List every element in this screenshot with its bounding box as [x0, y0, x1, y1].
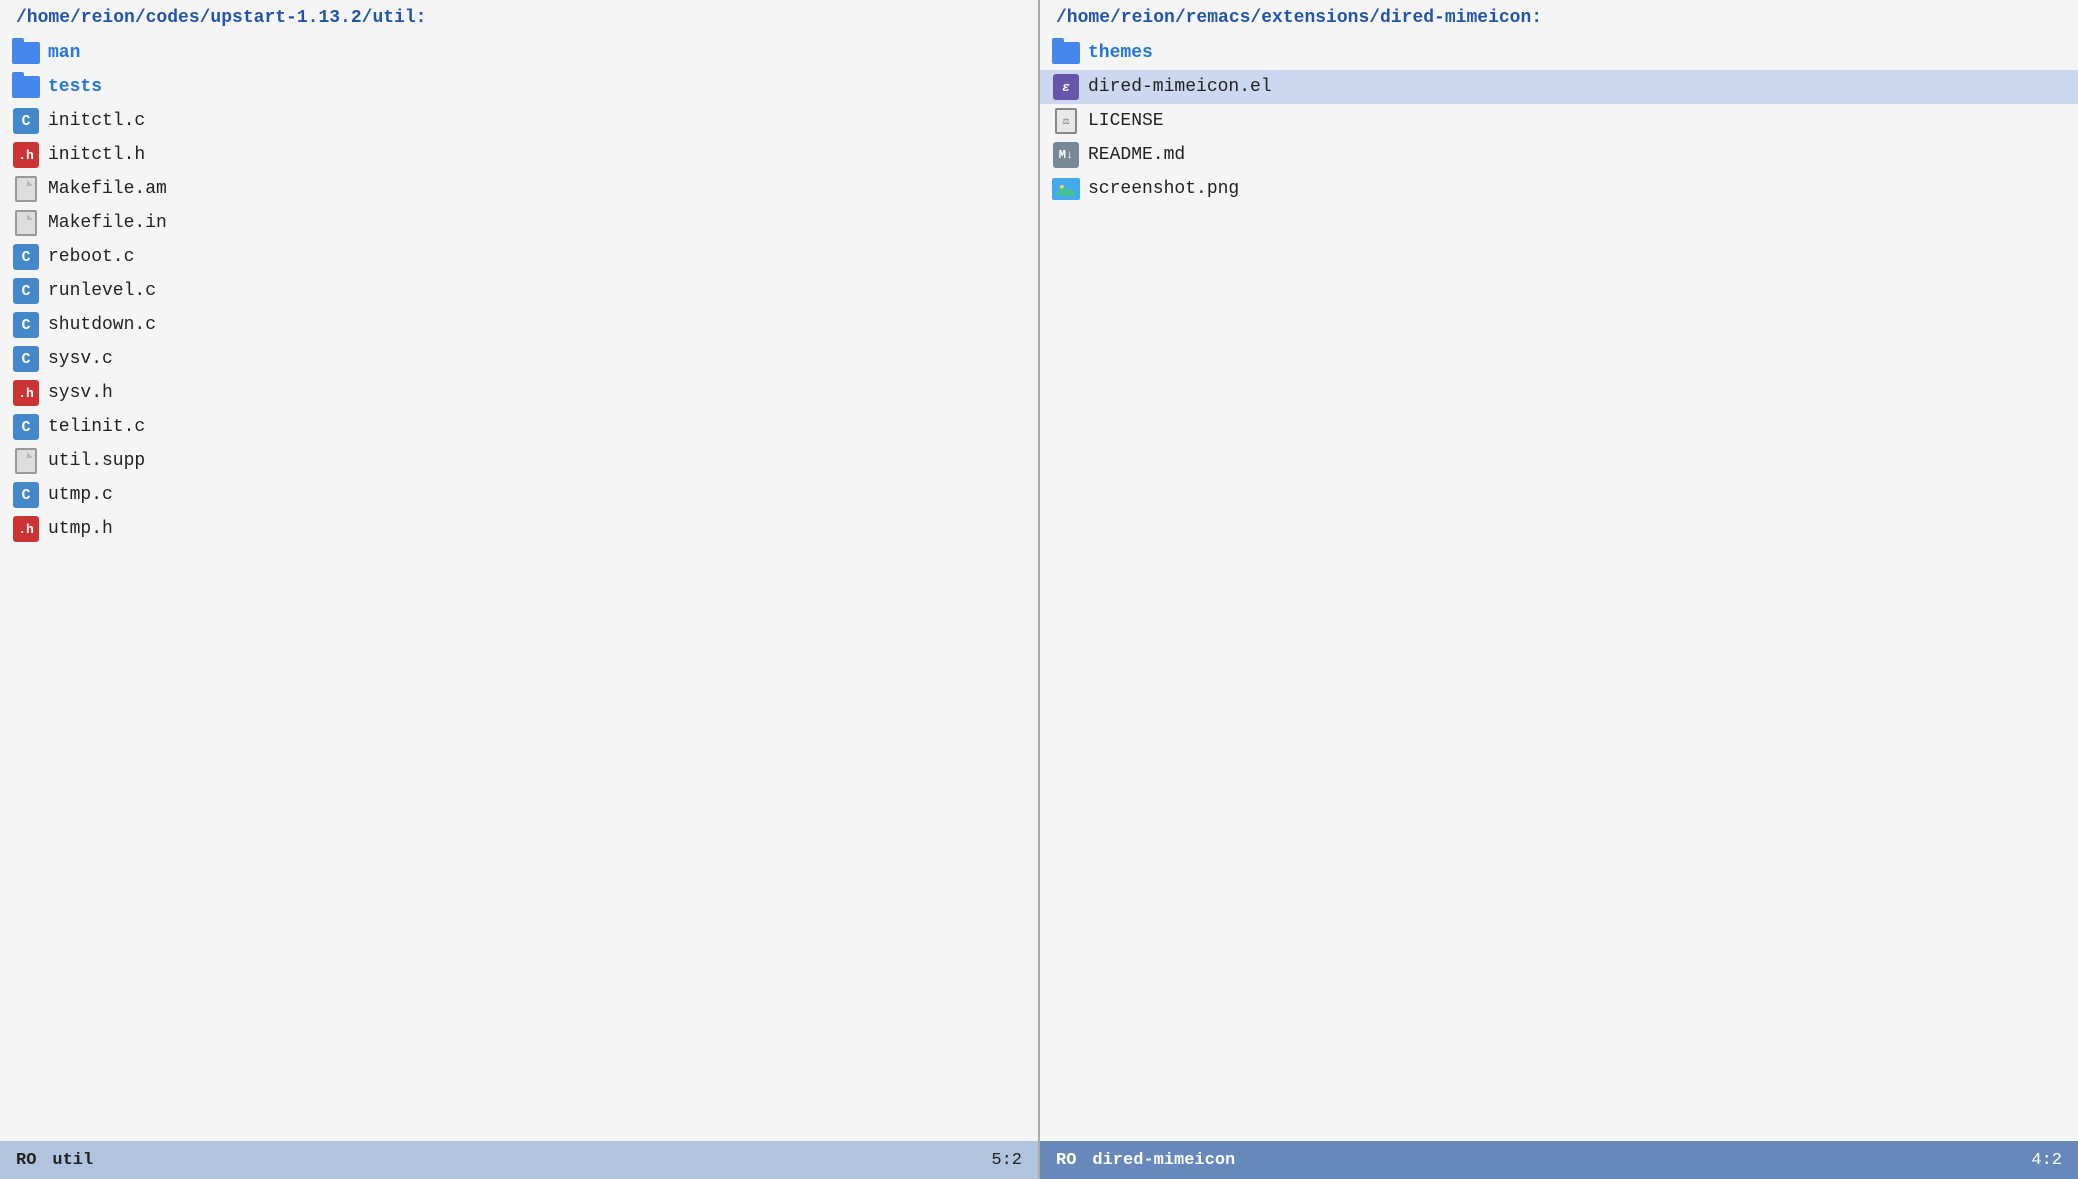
c-icon: C	[13, 108, 39, 134]
left-status-ro: RO	[16, 1151, 36, 1170]
license-icon: ⚖	[1055, 108, 1077, 134]
list-item[interactable]: C shutdown.c	[0, 308, 1038, 342]
file-name-utmp-c: utmp.c	[48, 485, 113, 505]
c-icon: C	[13, 346, 39, 372]
right-pane: /home/reion/remacs/extensions/dired-mime…	[1040, 0, 2078, 1141]
folder-icon	[8, 39, 44, 67]
left-status-pane: RO util 5:2	[0, 1141, 1038, 1179]
right-status-ro: RO	[1056, 1151, 1076, 1170]
generic-file-icon	[8, 175, 44, 203]
generic-icon	[15, 210, 37, 236]
file-name-man: man	[48, 43, 80, 63]
right-status-pos: 4:2	[2031, 1151, 2062, 1170]
h-file-icon: .h	[8, 141, 44, 169]
el-icon: ε	[1053, 74, 1079, 100]
c-icon: C	[13, 312, 39, 338]
list-item[interactable]: .h sysv.h	[0, 376, 1038, 410]
list-item[interactable]: .h initctl.h	[0, 138, 1038, 172]
file-name-dired-mimeicon-el: dired-mimeicon.el	[1088, 77, 1272, 97]
h-file-icon: .h	[8, 379, 44, 407]
right-status-name: dired-mimeicon	[1092, 1151, 1235, 1170]
list-item[interactable]: M↓ README.md	[1040, 138, 2078, 172]
file-name-shutdown-c: shutdown.c	[48, 315, 156, 335]
h-icon: .h	[13, 516, 39, 542]
file-name-initctl-h: initctl.h	[48, 145, 145, 165]
right-file-list: themes ε dired-mimeicon.el ⚖ LICENSE M↓	[1040, 36, 2078, 1141]
list-item[interactable]: util.supp	[0, 444, 1038, 478]
list-item[interactable]: C reboot.c	[0, 240, 1038, 274]
list-item[interactable]: screenshot.png	[1040, 172, 2078, 206]
file-name-sysv-c: sysv.c	[48, 349, 113, 369]
generic-file-icon	[8, 447, 44, 475]
file-name-readme-md: README.md	[1088, 145, 1185, 165]
png-file-icon	[1048, 175, 1084, 203]
file-name-utmp-h: utmp.h	[48, 519, 113, 539]
file-name-initctl-c: initctl.c	[48, 111, 145, 131]
h-file-icon: .h	[8, 515, 44, 543]
list-item[interactable]: C initctl.c	[0, 104, 1038, 138]
generic-file-icon	[8, 209, 44, 237]
file-name-reboot-c: reboot.c	[48, 247, 134, 267]
list-item[interactable]: Makefile.in	[0, 206, 1038, 240]
file-name-telinit-c: telinit.c	[48, 417, 145, 437]
file-name-makefile-am: Makefile.am	[48, 179, 167, 199]
c-icon: C	[13, 482, 39, 508]
file-name-screenshot-png: screenshot.png	[1088, 179, 1239, 199]
c-icon: C	[13, 244, 39, 270]
c-file-icon: C	[8, 243, 44, 271]
c-icon: C	[13, 278, 39, 304]
list-item[interactable]: C sysv.c	[0, 342, 1038, 376]
list-item[interactable]: ⚖ LICENSE	[1040, 104, 2078, 138]
generic-icon	[15, 176, 37, 202]
left-pane: /home/reion/codes/upstart-1.13.2/util: m…	[0, 0, 1040, 1141]
right-status-pane: RO dired-mimeicon 4:2	[1040, 1141, 2078, 1179]
list-item[interactable]: man	[0, 36, 1038, 70]
list-item[interactable]: .h utmp.h	[0, 512, 1038, 546]
list-item[interactable]: C telinit.c	[0, 410, 1038, 444]
c-file-icon: C	[8, 481, 44, 509]
generic-icon	[15, 448, 37, 474]
folder-icon	[1048, 39, 1084, 67]
left-file-list: man tests C initctl.c .h	[0, 36, 1038, 1141]
left-status-name: util	[52, 1151, 93, 1170]
el-file-icon: ε	[1048, 73, 1084, 101]
left-status-pos: 5:2	[991, 1151, 1022, 1170]
h-icon: .h	[13, 380, 39, 406]
c-file-icon: C	[8, 311, 44, 339]
h-icon: .h	[13, 142, 39, 168]
c-file-icon: C	[8, 107, 44, 135]
file-name-license: LICENSE	[1088, 111, 1164, 131]
left-pane-header: /home/reion/codes/upstart-1.13.2/util:	[0, 0, 1038, 36]
c-file-icon: C	[8, 277, 44, 305]
c-icon: C	[13, 414, 39, 440]
folder-icon	[8, 73, 44, 101]
file-name-themes: themes	[1088, 43, 1153, 63]
list-item[interactable]: tests	[0, 70, 1038, 104]
file-name-tests: tests	[48, 77, 102, 97]
md-icon: M↓	[1053, 142, 1079, 168]
status-bar: RO util 5:2 RO dired-mimeicon 4:2	[0, 1141, 2078, 1179]
file-name-runlevel-c: runlevel.c	[48, 281, 156, 301]
right-pane-header: /home/reion/remacs/extensions/dired-mime…	[1040, 0, 2078, 36]
list-item[interactable]: ε dired-mimeicon.el	[1040, 70, 2078, 104]
png-icon	[1052, 178, 1080, 200]
list-item[interactable]: C utmp.c	[0, 478, 1038, 512]
c-file-icon: C	[8, 413, 44, 441]
list-item[interactable]: C runlevel.c	[0, 274, 1038, 308]
license-file-icon: ⚖	[1048, 107, 1084, 135]
md-file-icon: M↓	[1048, 141, 1084, 169]
file-name-util-supp: util.supp	[48, 451, 145, 471]
list-item[interactable]: Makefile.am	[0, 172, 1038, 206]
main-area: /home/reion/codes/upstart-1.13.2/util: m…	[0, 0, 2078, 1141]
list-item[interactable]: themes	[1040, 36, 2078, 70]
file-name-makefile-in: Makefile.in	[48, 213, 167, 233]
file-name-sysv-h: sysv.h	[48, 383, 113, 403]
c-file-icon: C	[8, 345, 44, 373]
